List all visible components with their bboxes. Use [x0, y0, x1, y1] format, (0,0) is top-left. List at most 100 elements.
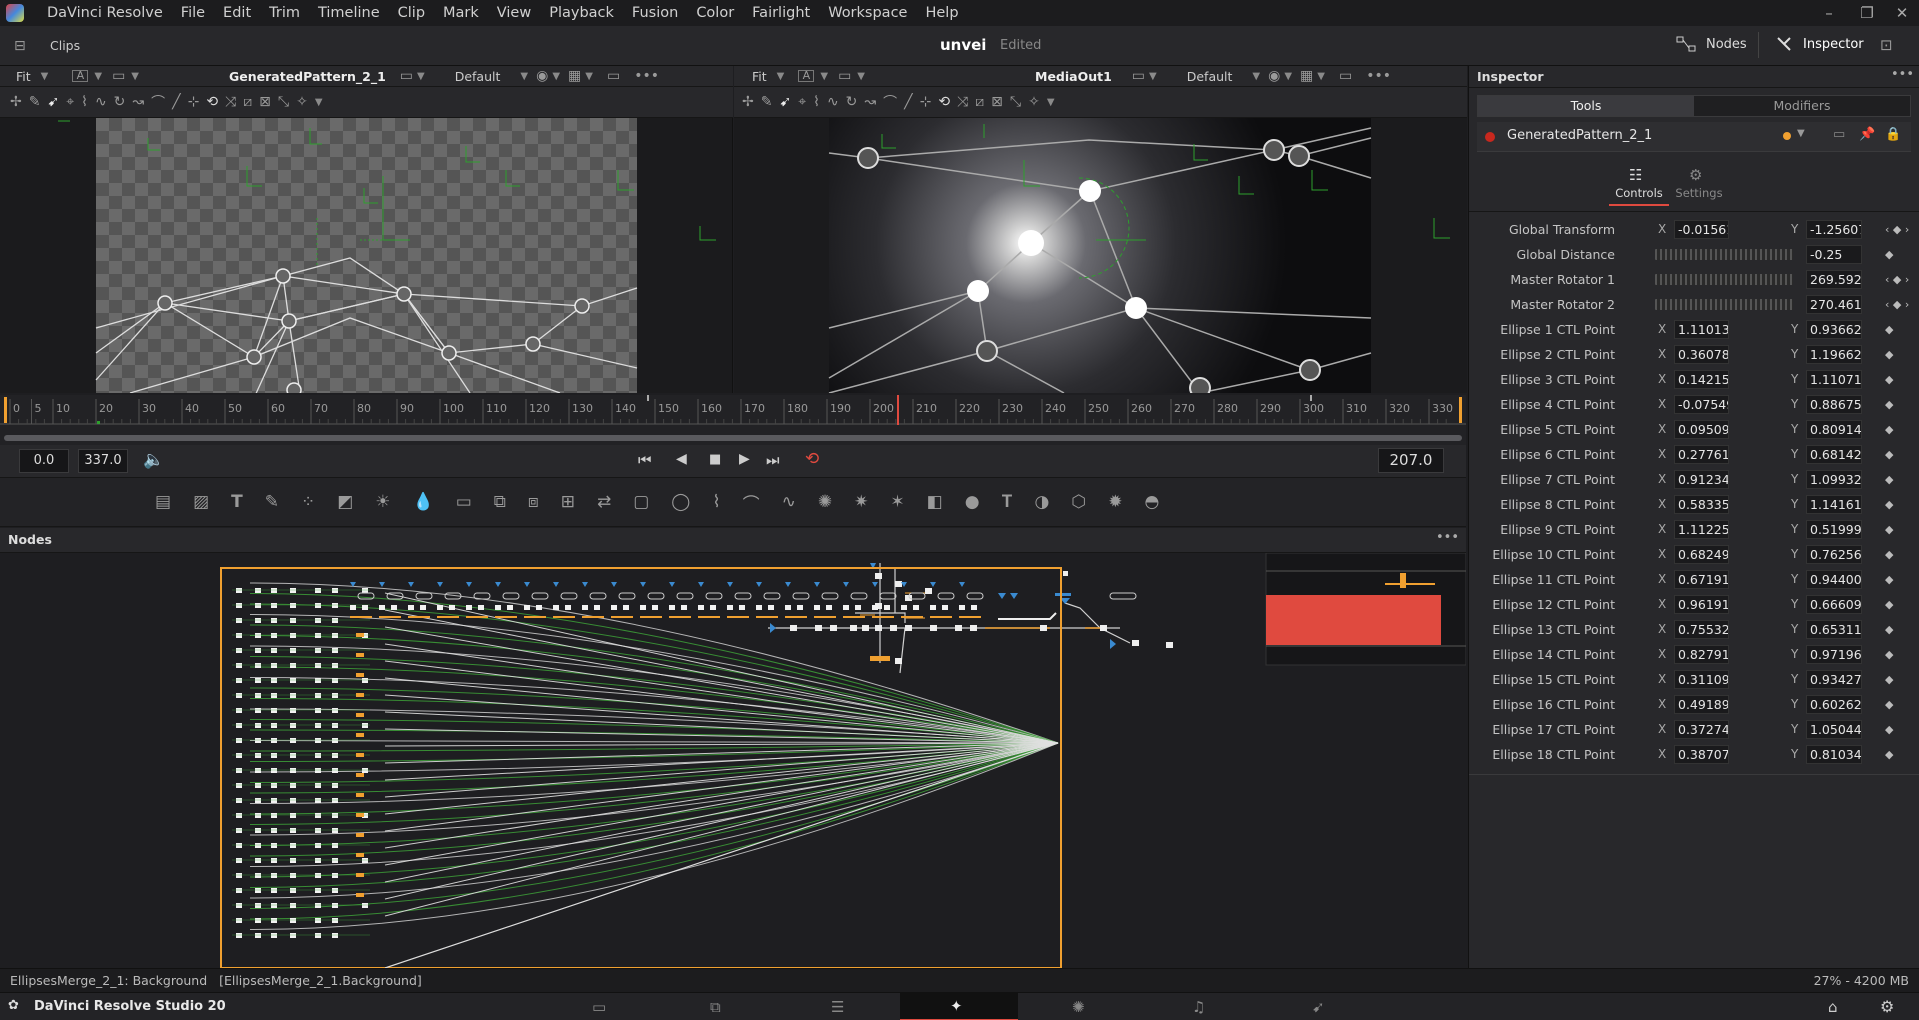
lock-icon[interactable]: 🔒	[1885, 127, 1901, 142]
particles-tool-icon[interactable]: ⁘	[301, 492, 315, 512]
param-y-field[interactable]: 0.810345	[1806, 745, 1862, 764]
pen-tool-icon[interactable]: ✎	[761, 94, 773, 110]
particle-render-tool-icon[interactable]: ✷	[854, 492, 868, 512]
bezier-tool-icon[interactable]: ∿	[95, 94, 107, 110]
spline-tool-icon[interactable]: ⟲	[206, 94, 218, 110]
wand-tool-icon[interactable]: ✧	[296, 94, 308, 110]
param-value-field[interactable]: -0.25	[1806, 245, 1862, 264]
edit-page-icon[interactable]: ☰	[831, 998, 844, 1016]
warp-tool-icon[interactable]: ⤨	[957, 94, 968, 110]
keyframe-icon[interactable]: ◆	[1885, 742, 1893, 767]
render-start-field[interactable]: 0.0	[19, 449, 69, 473]
bspline-tool-icon[interactable]: ⌇	[81, 94, 88, 110]
chevron-down-icon[interactable]: ▼	[1149, 71, 1157, 82]
chevron-down-icon[interactable]: ▼	[857, 71, 865, 82]
menu-item[interactable]: Workspace	[819, 0, 916, 26]
curve-tool-icon[interactable]: ⌒	[151, 92, 165, 112]
chevron-down-icon[interactable]: ▼	[585, 71, 593, 82]
break-tool-icon[interactable]: ⤡	[278, 94, 289, 110]
param-slider[interactable]	[1655, 249, 1793, 260]
settings-gear-icon[interactable]: ⚙	[1880, 997, 1894, 1016]
keyframe-icon[interactable]: ◆	[1885, 317, 1893, 342]
cut-page-icon[interactable]: ⧉	[710, 998, 721, 1016]
chevron-down-icon[interactable]: ▼	[520, 71, 528, 82]
chevron-down-icon[interactable]: ▼	[552, 71, 560, 82]
go-to-end-icon[interactable]: ⏭	[766, 451, 780, 469]
menu-item[interactable]: Fusion	[623, 0, 687, 26]
chevron-down-icon[interactable]: ▼	[820, 71, 828, 82]
move-tool-icon[interactable]: ↝	[132, 94, 144, 110]
param-y-field[interactable]: 0.936621	[1806, 320, 1862, 339]
viewer-left[interactable]	[0, 118, 733, 393]
param-x-field[interactable]: 0.387070	[1674, 745, 1729, 764]
in-marker[interactable]	[4, 397, 7, 423]
box-tool-icon[interactable]: ⧄	[975, 94, 984, 110]
warp-tool-icon[interactable]: ⤨	[225, 94, 236, 110]
viewer-right[interactable]	[734, 118, 1467, 393]
param-x-field[interactable]: 0.142156	[1674, 370, 1729, 389]
render-end-field[interactable]: 337.0	[78, 449, 128, 473]
node-editor[interactable]	[0, 553, 1466, 968]
text-3d-tool-icon[interactable]: 𝐓	[1002, 492, 1013, 512]
keyframe-icon[interactable]: ◆	[1885, 567, 1893, 592]
grid-icon[interactable]: ▦	[568, 68, 581, 84]
select-tool-icon[interactable]: ➹	[779, 94, 791, 110]
box-tool-icon[interactable]: ⧄	[243, 94, 252, 110]
param-x-field[interactable]: 1.110131	[1674, 320, 1729, 339]
menu-item[interactable]: Help	[916, 0, 967, 26]
chevron-down-icon[interactable]: ▼	[131, 71, 139, 82]
play-icon[interactable]: ▶	[739, 451, 750, 467]
keyframe-icon[interactable]: ◆	[1885, 467, 1893, 492]
param-y-field[interactable]: 0.809147	[1806, 420, 1862, 439]
param-x-field[interactable]: 0.583357	[1674, 495, 1729, 514]
more-options-icon[interactable]: •••	[634, 68, 659, 84]
keyframe-icon[interactable]: ‹ ◆ ›	[1885, 217, 1909, 242]
bspline-mask-tool-icon[interactable]: ⌒	[743, 490, 760, 515]
rotate-tool-icon[interactable]: ↻	[114, 94, 126, 110]
subtab-controls[interactable]: ☷ Controls	[1609, 166, 1669, 206]
more-options-icon[interactable]: •••	[1366, 68, 1391, 84]
line-tool-icon[interactable]: ╱	[904, 94, 912, 110]
channel-icon[interactable]: ▭	[1132, 68, 1145, 84]
chevron-down-icon[interactable]: ▼	[94, 71, 102, 82]
tracker-tool-icon[interactable]: ∿	[782, 492, 796, 512]
menu-item[interactable]: Timeline	[309, 0, 389, 26]
break-tool-icon[interactable]: ⤡	[1010, 94, 1021, 110]
keyframe-icon[interactable]: ‹ ◆ ›	[1885, 267, 1909, 292]
curve-tool-icon[interactable]: ⌒	[883, 92, 897, 112]
chevron-down-icon[interactable]: ▼	[777, 71, 785, 82]
keyframe-icon[interactable]: ◆	[1885, 392, 1893, 417]
bspline-tool-icon[interactable]: ⌇	[813, 94, 820, 110]
param-x-field[interactable]: 0.372746	[1674, 720, 1729, 739]
param-y-field[interactable]: 1.110713	[1806, 370, 1862, 389]
out-marker[interactable]	[1459, 397, 1462, 423]
time-ruler[interactable]: 0 5 10 20 30 40 50 60 70 80 90 100 110 120 130 140 150 16…	[0, 395, 1466, 425]
renderer-3d-tool-icon[interactable]: ◓	[1144, 492, 1159, 512]
polygon-tool-icon[interactable]: ⌖	[66, 94, 74, 110]
grid-icon[interactable]: ▦	[1300, 68, 1313, 84]
tab-tools[interactable]: Tools	[1478, 96, 1694, 116]
image-plane-tool-icon[interactable]: ▨	[193, 492, 209, 512]
chevron-down-icon[interactable]: ▼	[315, 97, 323, 108]
display-icon[interactable]: ▭	[112, 68, 125, 84]
param-x-field[interactable]: 0.961914	[1674, 595, 1729, 614]
audio-icon[interactable]: 🔈	[143, 450, 164, 470]
ellipse-mask-tool-icon[interactable]: ◯	[671, 492, 690, 512]
fairlight-page-icon[interactable]: ♫	[1192, 998, 1205, 1016]
menu-item[interactable]: Trim	[260, 0, 309, 26]
transform-tool-icon[interactable]: ⊹	[188, 94, 200, 110]
pin-icon[interactable]: 📌	[1859, 127, 1875, 142]
chevron-down-icon[interactable]: ▼	[41, 71, 49, 82]
param-value-field[interactable]: 269.5924	[1806, 270, 1862, 289]
delete-point-icon[interactable]: ⊠	[991, 94, 1003, 110]
fusion-page-tab[interactable]: ✦	[900, 993, 1018, 1020]
play-reverse-icon[interactable]: ◀	[676, 451, 687, 467]
particle-emitter-tool-icon[interactable]: ✺	[818, 492, 832, 512]
keyframe-icon[interactable]: ◆	[1885, 517, 1893, 542]
text-tool-icon[interactable]: T	[231, 492, 243, 512]
param-x-field[interactable]: 0.827911	[1674, 645, 1729, 664]
color-curves-tool-icon[interactable]: ◩	[337, 492, 353, 512]
menu-item[interactable]: Color	[687, 0, 743, 26]
chevron-down-icon[interactable]: ▼	[417, 71, 425, 82]
keyframe-icon[interactable]: ◆	[1885, 617, 1893, 642]
